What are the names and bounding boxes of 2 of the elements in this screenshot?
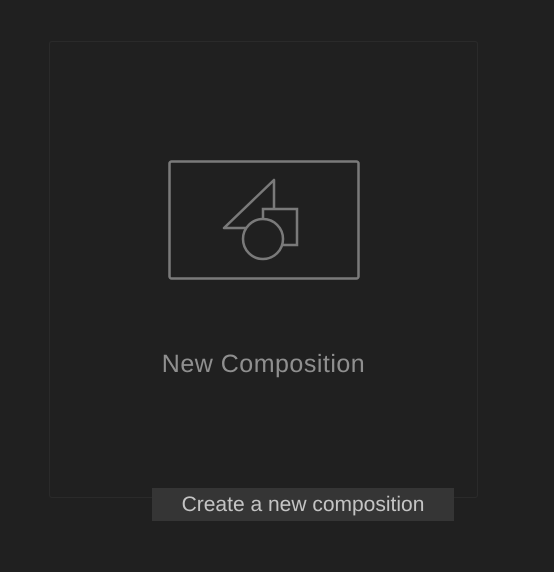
composition-shapes-icon — [168, 160, 360, 280]
tooltip: Create a new composition — [152, 488, 454, 521]
